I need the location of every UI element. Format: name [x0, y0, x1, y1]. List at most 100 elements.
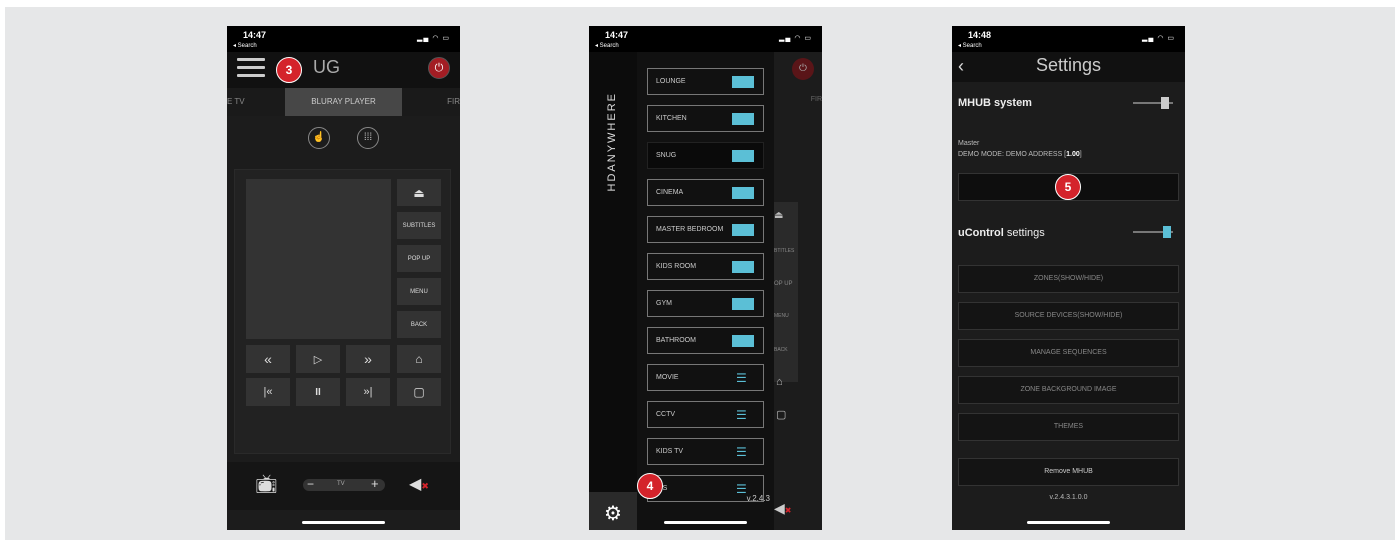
- zone-label: MOVIE: [656, 374, 679, 381]
- zone-item[interactable]: BATHROOM: [647, 327, 764, 354]
- keypad-mode-icon[interactable]: ⁞⁞⁞: [357, 127, 379, 149]
- background-mute-icon: ◀✖: [774, 500, 792, 516]
- demo-address: DEMO MODE: DEMO ADDRESS [1.00]: [958, 151, 1082, 158]
- touchpad[interactable]: [246, 179, 391, 339]
- back-to-search[interactable]: ◂ Search: [233, 42, 257, 49]
- zone-item[interactable]: CCTV ☰: [647, 401, 764, 428]
- status-time: 14:47: [605, 30, 629, 40]
- step-badge-3: 3: [276, 57, 302, 83]
- settings-button[interactable]: ZONES(SHOW/HIDE): [958, 265, 1179, 293]
- back-button[interactable]: BACK: [397, 311, 441, 338]
- ucontrol-settings-heading: uControl settings: [958, 227, 1045, 239]
- drawer-brand-column: HDANYWHERE ⚙: [589, 52, 637, 530]
- list-icon[interactable]: ☰: [736, 408, 751, 422]
- home-indicator: [302, 521, 385, 524]
- back-to-search[interactable]: ◂ Search: [595, 42, 619, 49]
- zone-toggle[interactable]: [732, 76, 754, 88]
- zone-label: KIDS TV: [656, 448, 684, 455]
- zone-title: UG: [313, 57, 340, 77]
- volume-label: TV: [337, 481, 345, 487]
- zone-label: CINEMA: [656, 189, 684, 196]
- stop-button[interactable]: ▢: [397, 378, 441, 406]
- volume-down-button[interactable]: −: [307, 477, 314, 491]
- zone-item[interactable]: KITCHEN: [647, 105, 764, 132]
- zone-label: SNUG: [656, 152, 677, 159]
- pause-button[interactable]: II: [296, 378, 340, 406]
- eject-button[interactable]: ⏏: [397, 179, 441, 206]
- home-icon[interactable]: ⌂: [397, 345, 441, 373]
- power-icon[interactable]: ⏻: [428, 57, 450, 79]
- rewind-button[interactable]: «: [246, 345, 290, 373]
- status-time: 14:48: [968, 30, 992, 40]
- zone-toggle[interactable]: [732, 335, 754, 347]
- tab-tv[interactable]: E TV: [227, 88, 245, 116]
- tab-bluray-player[interactable]: BLURAY PLAYER: [285, 88, 402, 116]
- zone-item[interactable]: KIDS TV ☰: [647, 438, 764, 465]
- remove-mhub-button[interactable]: Remove MHUB: [958, 458, 1179, 486]
- menu-button[interactable]: MENU: [397, 278, 441, 305]
- background-menu-label: MENU: [774, 313, 789, 319]
- step-badge-4: 4: [637, 473, 663, 499]
- settings-button[interactable]: MANAGE SEQUENCES: [958, 339, 1179, 367]
- tab-fire[interactable]: FIR: [447, 88, 460, 116]
- zone-item[interactable]: CINEMA: [647, 179, 764, 206]
- background-subtitles-label: BTITLES: [774, 248, 795, 254]
- background-popup-label: OP UP: [774, 281, 793, 287]
- zone-toggle[interactable]: [732, 150, 754, 162]
- status-bar: 14:47 ◂ Search ▂▄ ◠ ▭: [227, 26, 460, 52]
- back-to-search[interactable]: ◂ Search: [958, 42, 982, 49]
- list-icon[interactable]: ☰: [736, 445, 751, 459]
- master-label: Master: [958, 140, 980, 147]
- settings-button[interactable]: SOURCE DEVICES(SHOW/HIDE): [958, 302, 1179, 330]
- zone-label: KITCHEN: [656, 115, 687, 122]
- remote-panel: ⏏ SUBTITLES POP UP MENU BACK « ▷ » ⌂ |« …: [234, 169, 451, 454]
- zone-toggle[interactable]: [732, 187, 754, 199]
- background-home-icon: ⌂: [776, 376, 783, 388]
- zone-label: KIDS ROOM: [656, 263, 697, 270]
- popup-button[interactable]: POP UP: [397, 245, 441, 272]
- volume-up-button[interactable]: +: [371, 476, 379, 491]
- zone-label: GYM: [656, 300, 672, 307]
- previous-button[interactable]: |«: [246, 378, 290, 406]
- signal-wifi-battery-icon: ▂▄ ◠ ▭: [779, 35, 812, 42]
- status-bar: 14:47 ◂ Search ▂▄ ◠ ▭: [589, 26, 822, 52]
- background-eject-icon: ⏏: [774, 210, 784, 221]
- settings-gear-icon[interactable]: ⚙: [589, 492, 637, 530]
- bottom-bar: 📺︎ − TV + ◀✖: [227, 462, 460, 510]
- next-button[interactable]: »|: [346, 378, 390, 406]
- step-badge-5: 5: [1055, 174, 1081, 200]
- phone-remote-screen: 14:47 ◂ Search ▂▄ ◠ ▭ UG ⏻ 3 E TV BLURAY…: [227, 26, 460, 530]
- settings-button[interactable]: THEMES: [958, 413, 1179, 441]
- zone-toggle[interactable]: [732, 113, 754, 125]
- phone-settings-screen: 14:48 ◂ Search ▂▄ ◠ ▭ ‹ Settings MHUB sy…: [952, 26, 1185, 530]
- zone-item[interactable]: MASTER BEDROOM: [647, 216, 764, 243]
- zone-item[interactable]: SNUG: [647, 142, 764, 169]
- home-indicator: [664, 521, 747, 524]
- list-icon[interactable]: ☰: [736, 371, 751, 385]
- ucontrol-settings-slider[interactable]: [1133, 226, 1173, 238]
- subtitles-button[interactable]: SUBTITLES: [397, 212, 441, 239]
- settings-button[interactable]: ZONE BACKGROUND IMAGE: [958, 376, 1179, 404]
- zone-item[interactable]: KIDS ROOM: [647, 253, 764, 280]
- page-title: Settings: [1035, 55, 1102, 75]
- zone-label: MASTER BEDROOM: [656, 226, 724, 233]
- zone-toggle[interactable]: [732, 298, 754, 310]
- zone-label: LOUNGE: [656, 78, 686, 85]
- mhub-system-slider[interactable]: [1133, 97, 1173, 109]
- touch-mode-icon[interactable]: ☝: [308, 127, 330, 149]
- tv-icon[interactable]: 📺︎: [255, 474, 278, 495]
- zone-item[interactable]: GYM: [647, 290, 764, 317]
- hamburger-menu-icon[interactable]: [237, 58, 265, 80]
- app-version: v.2.4.3.1.0.0: [1049, 494, 1088, 501]
- zone-item[interactable]: MOVIE ☰: [647, 364, 764, 391]
- mute-icon[interactable]: ◀✖: [409, 474, 429, 494]
- dimmed-remote-background: ⏻ FIR ⏏ BTITLES OP UP MENU BACK ⌂ ▢ ◀✖: [774, 52, 822, 530]
- settings-header: ‹ Settings: [952, 52, 1185, 82]
- fast-forward-button[interactable]: »: [346, 345, 390, 373]
- background-back-label: BACK: [774, 347, 788, 353]
- play-button[interactable]: ▷: [296, 345, 340, 373]
- zone-item[interactable]: LOUNGE: [647, 68, 764, 95]
- zone-toggle[interactable]: [732, 224, 754, 236]
- zone-toggle[interactable]: [732, 261, 754, 273]
- power-icon: ⏻: [792, 58, 814, 80]
